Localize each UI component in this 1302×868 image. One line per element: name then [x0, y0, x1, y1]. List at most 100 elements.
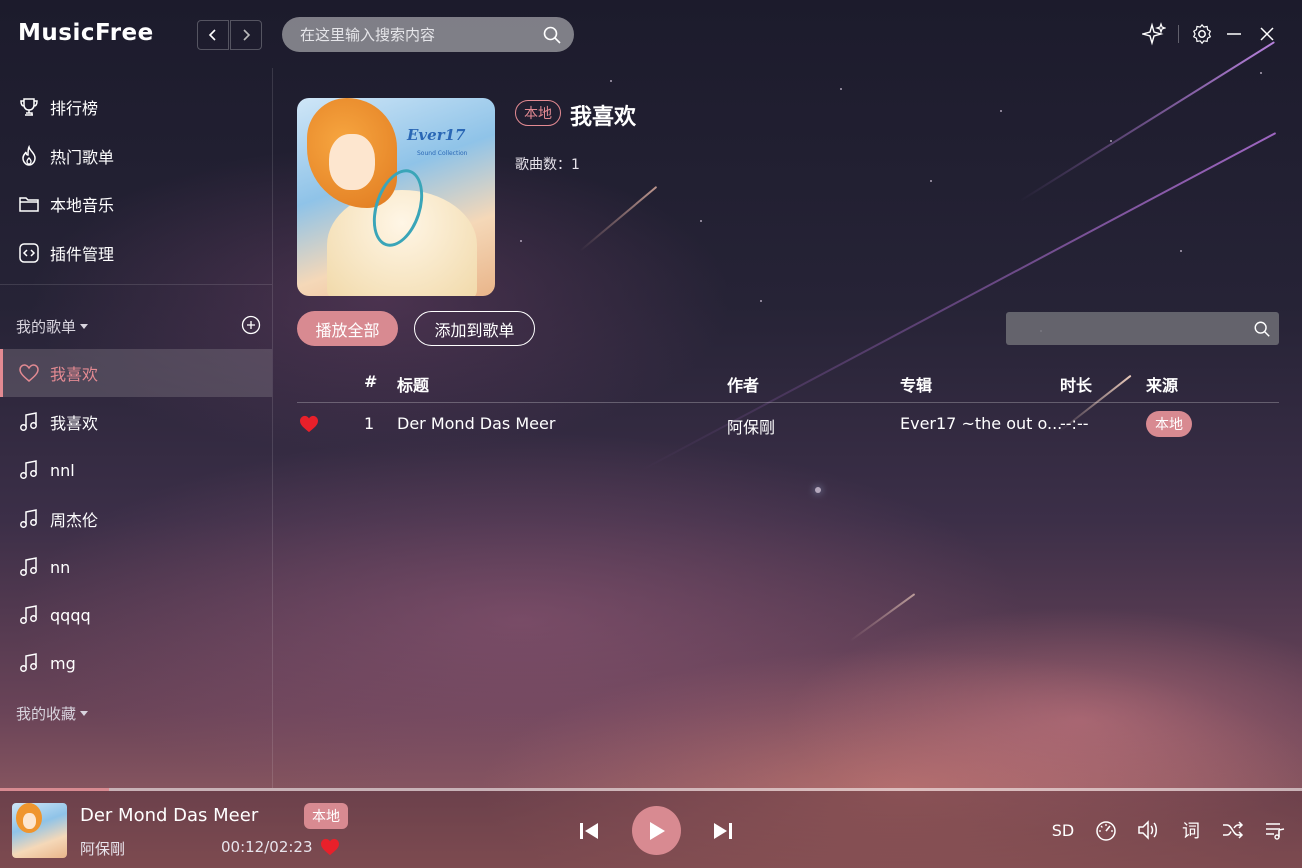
- sidebar-playlist-favorites[interactable]: 我喜欢: [0, 349, 272, 397]
- player-bar: Der Mond Das Meer 本地 阿保剛 00:12/02:23 SD …: [0, 791, 1302, 868]
- cover-title: Ever17: [407, 126, 466, 144]
- play-all-button[interactable]: 播放全部: [297, 311, 398, 346]
- my-collections-label: 我的收藏: [16, 705, 77, 723]
- title-bar-separator: [1178, 25, 1179, 43]
- sidebar-playlist-item[interactable]: nnl: [0, 446, 272, 494]
- sidebar-playlist-item[interactable]: mg: [0, 639, 272, 687]
- shuffle-icon: [1223, 821, 1244, 839]
- heart-filled-icon[interactable]: [299, 415, 319, 433]
- column-header-title[interactable]: 标题: [397, 372, 429, 396]
- my-collections-header[interactable]: 我的收藏: [16, 703, 89, 724]
- title-bar: MusicFree 在这里输入搜索内容: [0, 0, 1302, 68]
- music-note-icon: [18, 459, 40, 481]
- playlist-queue-button[interactable]: [1262, 817, 1288, 843]
- search-placeholder: 在这里输入搜索内容: [300, 26, 436, 44]
- sparkle-icon: [1142, 22, 1166, 46]
- search-icon[interactable]: [1253, 320, 1271, 338]
- gear-icon: [1192, 23, 1212, 45]
- playlist-source-tag: 本地: [515, 100, 561, 126]
- skip-next-icon: [714, 823, 732, 839]
- folder-icon: [18, 193, 40, 215]
- shuffle-button[interactable]: [1220, 817, 1246, 843]
- row-duration: --:--: [1060, 414, 1089, 433]
- theme-button[interactable]: [1142, 22, 1166, 46]
- sidebar-item-local-music[interactable]: 本地音乐: [0, 182, 272, 226]
- column-header-artist[interactable]: 作者: [727, 372, 759, 396]
- plugin-icon: [18, 242, 40, 264]
- minimize-button[interactable]: [1222, 22, 1246, 46]
- close-icon: [1260, 27, 1274, 41]
- column-header-number: #: [364, 372, 378, 391]
- sidebar-item-label: mg: [50, 653, 76, 673]
- speedometer-icon: [1096, 821, 1116, 841]
- now-playing-title: Der Mond Das Meer: [80, 805, 259, 826]
- music-note-icon: [18, 508, 40, 530]
- music-note-icon: [18, 411, 40, 433]
- quality-button[interactable]: SD: [1050, 817, 1076, 843]
- sidebar-item-label: 本地音乐: [50, 196, 115, 215]
- sidebar-item-label: 我喜欢: [50, 365, 99, 384]
- forward-button[interactable]: [230, 20, 262, 50]
- row-artist: 阿保剛: [727, 418, 776, 437]
- column-header-album[interactable]: 专辑: [900, 372, 932, 396]
- add-playlist-button[interactable]: [241, 315, 261, 335]
- add-to-playlist-button[interactable]: 添加到歌单: [414, 311, 535, 346]
- sidebar-playlist-item[interactable]: nn: [0, 543, 272, 591]
- sidebar-item-charts[interactable]: 排行榜: [0, 85, 272, 129]
- play-icon: [649, 821, 665, 840]
- heart-filled-icon[interactable]: [320, 838, 340, 856]
- row-number: 1: [364, 414, 375, 433]
- column-header-source[interactable]: 来源: [1146, 372, 1178, 396]
- now-playing-artist[interactable]: 阿保剛: [80, 838, 125, 859]
- sidebar-divider: [0, 284, 272, 285]
- music-note-icon: [18, 556, 40, 578]
- plus-circle-icon: [241, 315, 261, 335]
- sidebar: 排行榜 热门歌单 本地音乐 插件管理 我的歌单 我喜欢 我喜欢 nnl 周杰伦 …: [0, 68, 273, 788]
- row-title: Der Mond Das Meer: [397, 414, 556, 433]
- sidebar-item-label: 我喜欢: [50, 414, 99, 433]
- playlist-cover: Ever17 Sound Collection: [297, 98, 495, 296]
- lyrics-button[interactable]: 词: [1178, 817, 1204, 843]
- row-source-badge: 本地: [1146, 411, 1192, 437]
- settings-button[interactable]: [1190, 22, 1214, 46]
- flame-icon: [18, 145, 40, 167]
- my-playlists-header[interactable]: 我的歌单: [16, 316, 89, 337]
- minimize-icon: [1227, 33, 1241, 35]
- caret-down-icon: [80, 711, 89, 716]
- previous-button[interactable]: [576, 818, 602, 844]
- sidebar-item-label: nn: [50, 557, 71, 577]
- play-button[interactable]: [632, 806, 681, 855]
- table-header-divider: [297, 402, 1279, 403]
- sidebar-item-hot-playlists[interactable]: 热门歌单: [0, 134, 272, 178]
- chevron-left-icon: [208, 29, 216, 41]
- back-button[interactable]: [197, 20, 229, 50]
- speed-button[interactable]: [1093, 817, 1119, 843]
- caret-down-icon: [80, 324, 89, 329]
- my-playlists-label: 我的歌单: [16, 318, 77, 336]
- volume-button[interactable]: [1135, 817, 1161, 843]
- now-playing-source-badge: 本地: [304, 803, 348, 829]
- song-count: 歌曲数：1: [515, 157, 580, 173]
- music-note-icon: [18, 604, 40, 626]
- cover-subtitle: Sound Collection: [417, 150, 468, 157]
- playlist-title: 我喜欢: [570, 105, 637, 130]
- close-button[interactable]: [1255, 22, 1279, 46]
- queue-icon: [1266, 823, 1285, 840]
- search-input[interactable]: 在这里输入搜索内容: [282, 17, 574, 52]
- search-icon[interactable]: [542, 25, 562, 45]
- sidebar-item-label: 排行榜: [50, 99, 99, 118]
- skip-previous-icon: [580, 823, 598, 839]
- sidebar-item-plugins[interactable]: 插件管理: [0, 231, 272, 275]
- volume-icon: [1138, 820, 1157, 840]
- column-header-duration[interactable]: 时长: [1060, 372, 1092, 396]
- heart-icon: [18, 362, 40, 384]
- trophy-icon: [18, 96, 40, 118]
- sidebar-playlist-item[interactable]: 我喜欢: [0, 398, 272, 446]
- sidebar-playlist-item[interactable]: qqqq: [0, 591, 272, 639]
- next-button[interactable]: [710, 818, 736, 844]
- playlist-filter-input[interactable]: [1006, 312, 1279, 345]
- sidebar-playlist-item[interactable]: 周杰伦: [0, 495, 272, 543]
- music-note-icon: [18, 652, 40, 674]
- now-playing-cover[interactable]: [12, 803, 67, 858]
- now-playing-time: 00:12/02:23: [221, 838, 313, 856]
